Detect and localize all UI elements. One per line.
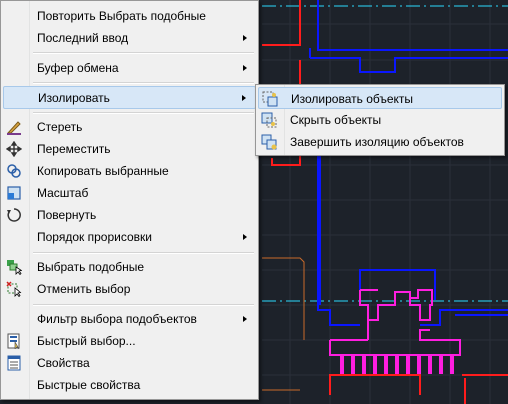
menu-item-label: Буфер обмена: [37, 61, 119, 75]
menu-item-deselect[interactable]: Отменить выбор: [3, 278, 256, 300]
cad-drawing-area[interactable]: Повторить Выбрать подобные Последний вво…: [0, 0, 508, 404]
quick-select-icon: [6, 333, 22, 350]
submenu-arrow-icon: [243, 35, 247, 41]
menu-separator: [33, 82, 254, 84]
menu-separator: [33, 252, 254, 254]
submenu-arrow-icon: [243, 316, 247, 322]
submenu-arrow-icon: [243, 234, 247, 240]
end-isolation-icon: [261, 134, 277, 150]
context-menu: Повторить Выбрать подобные Последний вво…: [0, 0, 259, 400]
menu-item-hide-objects[interactable]: Скрыть объекты: [258, 109, 502, 131]
menu-item-label: Переместить: [37, 142, 111, 156]
isolate-submenu: Изолировать объекты Скрыть объекты Завер…: [255, 84, 505, 156]
menu-item-repeat-select-similar[interactable]: Повторить Выбрать подобные: [3, 5, 256, 27]
menu-item-label: Повторить Выбрать подобные: [37, 9, 206, 23]
select-similar-icon: [6, 259, 23, 276]
menu-item-label: Свойства: [37, 356, 90, 370]
copy-selection-icon: [6, 163, 22, 179]
properties-icon: [6, 355, 22, 371]
menu-item-subobject-filter[interactable]: Фильтр выбора подобъектов: [3, 308, 256, 330]
scale-icon: [6, 185, 22, 201]
menu-item-recent-input[interactable]: Последний ввод: [3, 27, 256, 49]
submenu-arrow-icon: [242, 95, 246, 101]
menu-item-label: Повернуть: [37, 208, 97, 222]
menu-item-select-similar[interactable]: Выбрать подобные: [3, 256, 256, 278]
menu-item-label: Порядок прорисовки: [37, 230, 152, 244]
menu-item-label: Масштаб: [37, 186, 89, 200]
menu-item-quick-select[interactable]: Быстрый выбор...: [3, 330, 256, 352]
menu-item-clipboard[interactable]: Буфер обмена: [3, 57, 256, 79]
menu-separator: [33, 112, 254, 114]
menu-item-draw-order[interactable]: Порядок прорисовки: [3, 226, 256, 248]
menu-item-label: Отменить выбор: [37, 282, 131, 296]
menu-item-isolate-objects[interactable]: Изолировать объекты: [258, 87, 502, 109]
menu-separator: [33, 304, 254, 306]
menu-item-move[interactable]: Переместить: [3, 138, 256, 160]
rotate-icon: [6, 207, 22, 223]
menu-item-erase[interactable]: Стереть: [3, 116, 256, 138]
menu-item-label: Изолировать: [38, 91, 110, 105]
menu-item-properties[interactable]: Свойства: [3, 352, 256, 374]
menu-item-rotate[interactable]: Повернуть: [3, 204, 256, 226]
menu-item-label: Быстрый выбор...: [37, 334, 136, 348]
menu-item-quick-properties[interactable]: Быстрые свойства: [3, 374, 256, 396]
menu-item-label: Стереть: [37, 120, 83, 134]
menu-item-copy-selection[interactable]: Копировать выбранные: [3, 160, 256, 182]
menu-item-end-isolation[interactable]: Завершить изоляцию объектов: [258, 131, 502, 153]
menu-item-label: Фильтр выбора подобъектов: [37, 312, 197, 326]
menu-item-label: Завершить изоляцию объектов: [290, 135, 464, 149]
menu-item-label: Выбрать подобные: [37, 260, 145, 274]
menu-item-label: Копировать выбранные: [37, 164, 169, 178]
menu-item-label: Последний ввод: [37, 31, 129, 45]
menu-item-label: Изолировать объекты: [291, 92, 414, 106]
menu-item-label: Быстрые свойства: [37, 378, 141, 392]
deselect-icon: [6, 281, 22, 298]
hide-objects-icon: [261, 112, 277, 128]
menu-item-label: Скрыть объекты: [290, 113, 382, 127]
menu-item-scale[interactable]: Масштаб: [3, 182, 256, 204]
menu-item-isolate[interactable]: Изолировать: [3, 86, 256, 109]
submenu-arrow-icon: [243, 65, 247, 71]
eraser-icon: [6, 119, 22, 135]
move-icon: [5, 140, 23, 158]
isolate-objects-icon: [262, 91, 278, 107]
menu-separator: [33, 52, 254, 54]
